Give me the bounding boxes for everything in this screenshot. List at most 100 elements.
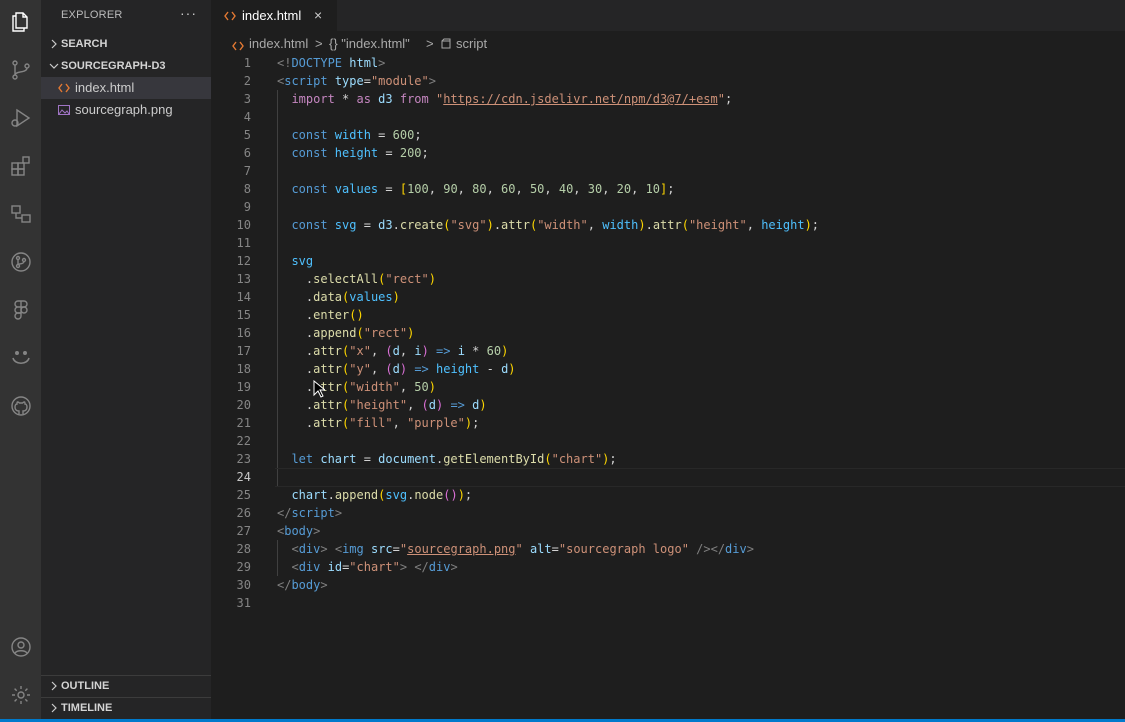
code-line[interactable]: 20 .attr("height", (d) => d): [211, 396, 1125, 414]
code-token: >: [320, 578, 328, 592]
code-token: width: [602, 218, 639, 232]
code-token: "svg": [450, 218, 487, 232]
code-text: .selectAll("rect"): [277, 270, 436, 288]
code-token: .: [327, 488, 335, 502]
timeline-section-header[interactable]: TIMELINE: [41, 697, 211, 719]
source-control-icon[interactable]: [0, 50, 41, 90]
code-line[interactable]: 24: [211, 468, 1125, 487]
line-number: 12: [236, 254, 251, 268]
code-token: 60: [501, 182, 516, 196]
code-line[interactable]: 2 <script type="module">: [211, 72, 1125, 90]
line-number: 23: [236, 452, 251, 466]
code-editor[interactable]: 1 <!DOCTYPE html> 2 <script type="module"> 3…: [211, 54, 1125, 614]
line-number: 10: [236, 218, 251, 232]
code-token: "y": [349, 362, 371, 376]
code-token: <: [327, 542, 343, 556]
file-item-index-html[interactable]: index.html: [41, 77, 211, 99]
code-line[interactable]: 10 const svg = d3.create("svg").attr("wi…: [211, 216, 1125, 234]
git-graph-icon[interactable]: [0, 242, 41, 282]
code-line[interactable]: 23 let chart = document.getElementById("…: [211, 450, 1125, 468]
code-token: ): [638, 218, 646, 232]
account-icon[interactable]: [0, 627, 41, 667]
run-debug-icon[interactable]: [0, 98, 41, 138]
search-section-header[interactable]: SEARCH: [41, 33, 211, 55]
code-line[interactable]: 3 import * as d3 from "https://cdn.jsdel…: [211, 90, 1125, 108]
code-token: .: [277, 344, 314, 358]
code-line[interactable]: 16 .append("rect"): [211, 324, 1125, 342]
tab-index-html[interactable]: index.html ×: [211, 0, 337, 31]
line-number: 21: [236, 416, 251, 430]
code-line[interactable]: 13 .selectAll("rect"): [211, 270, 1125, 288]
code-line[interactable]: 18 .attr("y", (d) => height - d): [211, 360, 1125, 378]
code-token: d3: [378, 218, 393, 232]
breadcrumb-element[interactable]: script: [456, 35, 487, 53]
code-text: <div id="chart"> </div>: [277, 558, 457, 576]
code-line[interactable]: 27 <body>: [211, 522, 1125, 540]
code-line[interactable]: 4: [211, 108, 1125, 126]
html-file-icon: [57, 77, 71, 99]
code-token: getElementById: [443, 452, 545, 466]
code-token: ): [457, 488, 465, 502]
code-token: body: [284, 524, 314, 538]
code-line[interactable]: 26 </script>: [211, 504, 1125, 522]
code-line[interactable]: 9: [211, 198, 1125, 216]
code-token: attr: [652, 218, 682, 232]
close-icon[interactable]: ×: [314, 0, 322, 31]
code-line[interactable]: 28 <div> <img src="sourcegraph.png" alt=…: [211, 540, 1125, 558]
code-line[interactable]: 21 .attr("fill", "purple");: [211, 414, 1125, 432]
code-token: ): [479, 398, 487, 412]
chevron-down-icon: [49, 63, 59, 69]
code-line[interactable]: 19 .attr("width", 50): [211, 378, 1125, 396]
code-line[interactable]: 25 chart.append(svg.node());: [211, 486, 1125, 504]
breadcrumb-symbol[interactable]: {} "index.html": [329, 35, 410, 53]
extensions-icon[interactable]: [0, 146, 41, 186]
code-token: attr: [313, 398, 343, 412]
code-line[interactable]: 7: [211, 162, 1125, 180]
settings-gear-icon[interactable]: [0, 675, 41, 715]
code-token: d: [392, 362, 400, 376]
code-token: src: [363, 542, 393, 556]
code-token: "chart": [551, 452, 603, 466]
remote-explorer-icon[interactable]: [0, 194, 41, 234]
github-icon[interactable]: [0, 386, 41, 426]
breadcrumb-file[interactable]: index.html: [249, 35, 308, 53]
code-line[interactable]: 6 const height = 200;: [211, 144, 1125, 162]
code-line[interactable]: 17 .attr("x", (d, i) => i * 60): [211, 342, 1125, 360]
line-number: 15: [236, 308, 251, 322]
code-line[interactable]: 14 .data(values): [211, 288, 1125, 306]
file-item-sourcegraph-png[interactable]: sourcegraph.png: [41, 99, 211, 121]
code-line[interactable]: 30 </body>: [211, 576, 1125, 594]
code-token: .: [277, 362, 314, 376]
code-token: let: [277, 452, 314, 466]
code-text: import * as d3 from "https://cdn.jsdeliv…: [277, 90, 732, 108]
figma-icon[interactable]: [0, 290, 41, 330]
line-number: 11: [236, 236, 251, 250]
folder-section-header[interactable]: SOURCEGRAPH-D3: [41, 55, 211, 77]
code-line[interactable]: 8 const values = [100, 90, 80, 60, 50, 4…: [211, 180, 1125, 198]
code-token: =: [356, 452, 379, 466]
code-text: <!DOCTYPE html>: [277, 54, 385, 72]
code-token: svg: [277, 254, 314, 268]
code-line[interactable]: 5 const width = 600;: [211, 126, 1125, 144]
explorer-icon[interactable]: [0, 2, 41, 42]
more-actions-icon[interactable]: ···: [180, 5, 197, 21]
code-token: "height": [349, 398, 408, 412]
code-line[interactable]: 31: [211, 594, 1125, 612]
code-line[interactable]: 1 <!DOCTYPE html>: [211, 54, 1125, 72]
code-line[interactable]: 22: [211, 432, 1125, 450]
code-token: =: [363, 74, 371, 88]
code-token: data: [313, 290, 343, 304]
code-token: ,: [370, 362, 386, 376]
line-number: 8: [243, 182, 251, 196]
code-line[interactable]: 15 .enter(): [211, 306, 1125, 324]
outline-section-header[interactable]: OUTLINE: [41, 675, 211, 697]
code-line[interactable]: 29 <div id="chart"> </div>: [211, 558, 1125, 576]
code-line[interactable]: 12 svg: [211, 252, 1125, 270]
code-token: <!: [277, 56, 292, 70]
smiley-icon[interactable]: [0, 338, 41, 378]
code-text: <script type="module">: [277, 72, 436, 90]
code-token: ,: [486, 182, 502, 196]
chevron-right-icon: [51, 703, 57, 713]
code-token: sourcegraph.png: [407, 542, 516, 556]
code-line[interactable]: 11: [211, 234, 1125, 252]
